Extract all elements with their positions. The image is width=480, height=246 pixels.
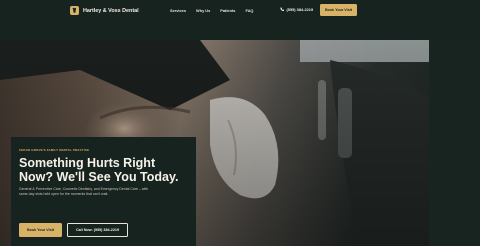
nav-why-us[interactable]: Why Us [196,8,210,13]
book-visit-button[interactable]: Book Your Visit [19,223,62,237]
nav-services[interactable]: Services [170,8,186,13]
hero-side-panel [429,40,480,246]
book-visit-button-header[interactable]: Book Your Visit [320,4,357,16]
book-visit-button-label: Book Your Visit [26,228,55,232]
site-header: Hartley & Voss Dental Services Why Us Pa… [0,0,480,40]
hero-eyebrow: CEDAR GROVE'S FAMILY DENTAL PRACTICE [19,148,90,152]
phone-number: (555) 384-2219 [286,7,314,12]
tooth-icon [70,6,79,15]
main-nav: Services Why Us Patients FAQ [170,8,253,13]
hero-card: CEDAR GROVE'S FAMILY DENTAL PRACTICE Som… [11,137,196,246]
header-phone-link[interactable]: (555) 384-2219 [280,7,313,12]
hero-headline: Something Hurts Right Now? We'll See You… [19,156,179,184]
call-now-button-label: Call Now: (555) 384-2219 [75,228,120,232]
brand-name: Hartley & Voss Dental [83,7,139,14]
brand-logo[interactable]: Hartley & Voss Dental [70,6,139,15]
nav-patients[interactable]: Patients [220,8,235,13]
phone-icon [280,7,285,12]
nav-faq[interactable]: FAQ [245,8,253,13]
book-visit-label: Book Your Visit [324,8,353,12]
call-now-button[interactable]: Call Now: (555) 384-2219 [67,223,128,237]
hero-description: General & Preventive Care, Cosmetic Dent… [19,187,149,197]
